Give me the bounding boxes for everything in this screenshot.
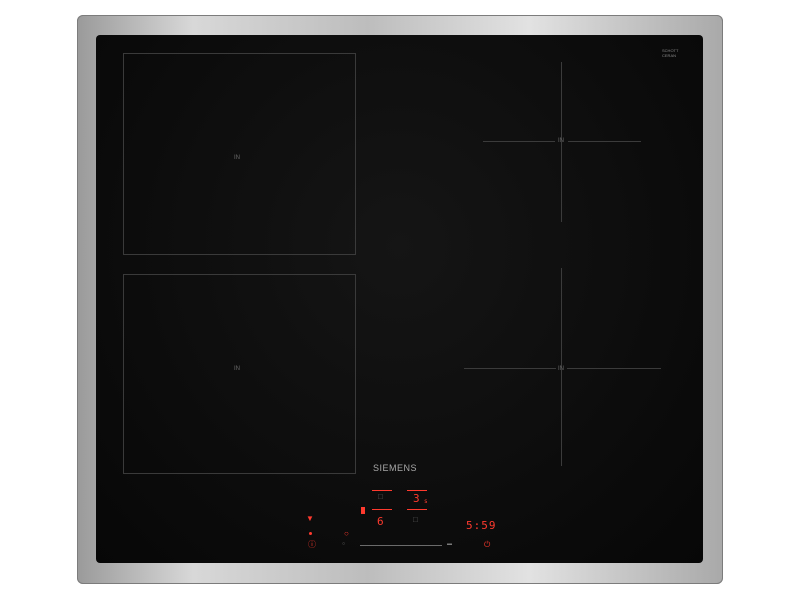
zone-outline-right-bottom-icon: □ (413, 515, 418, 524)
display-separator-left-mid (372, 509, 392, 510)
display-separator-left-top (372, 490, 392, 491)
combine-icon[interactable]: ○ (344, 530, 349, 538)
right-top-horizontal-guide-left (483, 141, 555, 142)
zone-label-right-bottom: IN (558, 366, 564, 372)
right-top-horizontal-guide-right (568, 141, 641, 142)
slider-end-marker: ▬ (447, 541, 452, 547)
right-bottom-horizontal-guide-right (567, 368, 661, 369)
display-separator-right-mid (407, 509, 427, 510)
right-power-level-display: 3 (413, 492, 420, 505)
cooking-zone-left-bottom (123, 274, 356, 474)
glass-brand-line-2: CERAN (662, 53, 677, 58)
power-slider-track[interactable] (360, 545, 442, 546)
right-power-level-subscript: s (424, 498, 428, 505)
right-bottom-horizontal-guide-left (464, 368, 556, 369)
zone-select-marker-left (361, 507, 365, 514)
heat-indicator-icon: ▼ (306, 514, 314, 523)
slider-start-marker: ○ (342, 541, 346, 547)
zone-label-right-top: IN (558, 138, 564, 144)
display-separator-right-top (407, 490, 427, 491)
zone-label-left-top: IN (234, 155, 240, 161)
glass-brand-logo: SCHOTT CERAN (662, 48, 678, 58)
left-power-level-display: 6 (377, 515, 384, 528)
cooking-zone-left-top (123, 53, 356, 255)
warning-indicator-dot (309, 532, 312, 535)
info-icon[interactable]: ⓘ (308, 541, 316, 549)
zone-outline-left-top-icon: □ (378, 492, 383, 501)
timer-display: 5:59 (466, 519, 497, 532)
power-icon[interactable]: ⏻ (484, 541, 490, 549)
zone-label-left-bottom: IN (234, 366, 240, 372)
brand-logo-text: SIEMENS (373, 463, 418, 473)
